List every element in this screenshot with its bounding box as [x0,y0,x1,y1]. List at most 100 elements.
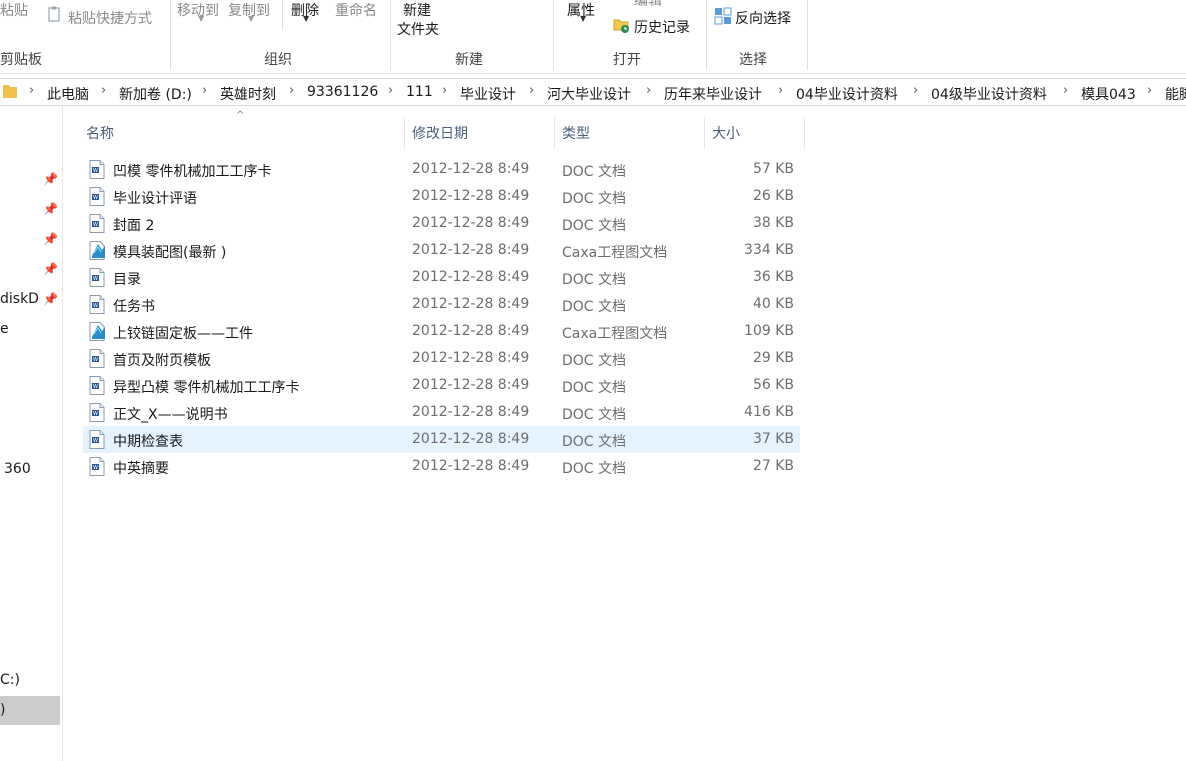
file-row[interactable]: W 任务书 2012-12-28 8:49 DOC 文档 40 KB [83,291,800,318]
edit-button[interactable]: 编辑 [634,0,662,7]
chevron-right-icon[interactable]: › [529,83,534,98]
breadcrumb-item[interactable]: 能脚 [1165,84,1186,104]
pin-icon[interactable]: 📌 [43,172,58,186]
file-date: 2012-12-28 8:49 [412,242,530,258]
file-size: 416 KB [744,404,794,420]
history-button[interactable]: 历史记录 [634,17,690,37]
chevron-right-icon[interactable]: › [1147,83,1152,98]
paste-button[interactable]: 粘贴 [0,0,28,20]
column-divider[interactable] [704,117,705,149]
ribbon-divider [553,0,554,70]
pin-icon[interactable]: 📌 [43,262,58,276]
chevron-right-icon[interactable]: › [29,83,34,98]
ribbon-divider [807,0,808,70]
file-row[interactable]: 模具装配图(最新 ) 2012-12-28 8:49 Caxa工程图文档 334 KB [83,237,800,264]
chevron-right-icon[interactable]: › [388,83,393,98]
breadcrumb-item[interactable]: 新加卷 (D:) [119,84,192,104]
file-row[interactable]: W 首页及附页模板 2012-12-28 8:49 DOC 文档 29 KB [83,345,800,372]
nav-item-360[interactable]: 360 [4,461,31,477]
breadcrumb-item[interactable]: 04毕业设计资料 [796,84,898,104]
column-header-size[interactable]: 大小 [712,123,740,153]
file-row[interactable]: W 中英摘要 2012-12-28 8:49 DOC 文档 27 KB [83,453,800,480]
file-row[interactable]: W 正文_X——说明书 2012-12-28 8:49 DOC 文档 416 KB [83,399,800,426]
file-type: Caxa工程图文档 [562,245,668,261]
breadcrumb-item[interactable]: 04级毕业设计资料 [931,84,1047,104]
breadcrumb-item[interactable]: 此电脑 [47,84,89,104]
select-group-label: 选择 [739,52,767,68]
invert-selection-icon [714,7,732,29]
column-divider[interactable] [554,117,555,149]
file-name: 中英摘要 [113,461,169,477]
column-header-date[interactable]: 修改日期 [412,123,468,153]
file-name: 任务书 [113,299,155,315]
file-row[interactable]: W 目录 2012-12-28 8:49 DOC 文档 36 KB [83,264,800,291]
chevron-right-icon[interactable]: › [202,83,207,98]
nav-item-disk[interactable]: diskDc [0,291,40,311]
file-row[interactable]: W 异型凸模 零件机械加工工序卡 2012-12-28 8:49 DOC 文档 56 K… [83,372,800,399]
caxa-icon [89,241,105,260]
file-date: 2012-12-28 8:49 [412,323,530,339]
file-date: 2012-12-28 8:49 [412,296,530,312]
file-name: 目录 [113,272,141,288]
chevron-right-icon[interactable]: › [778,83,783,98]
column-header-type[interactable]: 类型 [562,123,590,153]
file-row[interactable]: 上铰链固定板——工件 2012-12-28 8:49 Caxa工程图文档 109 KB [83,318,800,345]
file-type: DOC 文档 [562,299,627,315]
svg-text:W: W [93,411,98,417]
paste-shortcut-icon [48,6,62,22]
nav-item-e[interactable]: e [0,321,9,337]
file-date: 2012-12-28 8:49 [412,431,530,447]
chevron-right-icon[interactable]: › [101,83,106,98]
file-name: 异型凸模 零件机械加工工序卡 [113,380,300,396]
file-row[interactable]: W 封面 2 2012-12-28 8:49 DOC 文档 38 KB [83,210,800,237]
nav-item-c-drive[interactable]: C:) [0,672,20,688]
address-bar[interactable]: › 此电脑 › 新加卷 (D:) › 英雄时刻 › 93361126 › 111… [0,78,1186,106]
new-group-label: 新建 [455,52,483,68]
breadcrumb-item[interactable]: 93361126 [307,84,378,100]
nav-item-selected[interactable]: ) [0,696,60,725]
file-row[interactable]: W 中期检查表 2012-12-28 8:49 DOC 文档 37 KB [83,426,800,453]
file-type: DOC 文档 [562,164,627,180]
svg-text:W: W [93,438,98,444]
doc-icon: W [89,376,105,395]
history-icon [613,16,631,38]
new-folder-button-line1[interactable]: 新建 [403,0,431,20]
doc-icon: W [89,349,105,368]
chevron-right-icon[interactable]: › [289,83,294,98]
pin-icon[interactable]: 📌 [43,202,58,216]
rename-button[interactable]: 重命名 [335,0,377,20]
invert-selection-button[interactable]: 反向选择 [735,8,791,28]
ribbon: 粘贴 粘贴快捷方式 剪贴板 移动到 ▼ 复制到 ▼ 删除 ▼ 重命名 组织 新建… [0,0,1186,74]
file-size: 56 KB [752,377,794,393]
paste-shortcut-button[interactable]: 粘贴快捷方式 [68,8,152,28]
chevron-right-icon[interactable]: › [1063,83,1068,98]
svg-text:W: W [93,222,98,228]
column-divider[interactable] [404,117,405,149]
chevron-right-icon[interactable]: › [442,83,447,98]
new-folder-button-line2[interactable]: 文件夹 [397,19,439,39]
breadcrumb-item[interactable]: 毕业设计 [460,84,516,104]
column-header-name[interactable]: 名称 [86,123,114,153]
column-divider[interactable] [804,117,805,149]
organize-group-label: 组织 [264,52,292,68]
doc-icon: W [89,160,105,179]
breadcrumb-item[interactable]: 模具043 [1081,84,1136,104]
file-size: 29 KB [752,350,794,366]
chevron-right-icon[interactable]: › [646,83,651,98]
ribbon-divider [390,0,391,70]
svg-text:W: W [93,195,98,201]
pin-icon[interactable]: 📌 [43,292,58,306]
file-name: 模具装配图(最新 ) [113,245,227,261]
file-date: 2012-12-28 8:49 [412,188,530,204]
svg-text:W: W [93,276,98,282]
pin-icon[interactable]: 📌 [43,232,58,246]
breadcrumb-item[interactable]: 河大毕业设计 [547,84,631,104]
file-size: 36 KB [752,269,794,285]
file-row[interactable]: W 凹模 零件机械加工工序卡 2012-12-28 8:49 DOC 文档 57 KB [83,156,800,183]
chevron-right-icon[interactable]: › [913,83,918,98]
file-type: DOC 文档 [562,218,627,234]
file-row[interactable]: W 毕业设计评语 2012-12-28 8:49 DOC 文档 26 KB [83,183,800,210]
breadcrumb-item[interactable]: 英雄时刻 [220,84,276,104]
breadcrumb-item[interactable]: 111 [406,84,433,100]
breadcrumb-item[interactable]: 历年来毕业设计 [664,84,762,104]
